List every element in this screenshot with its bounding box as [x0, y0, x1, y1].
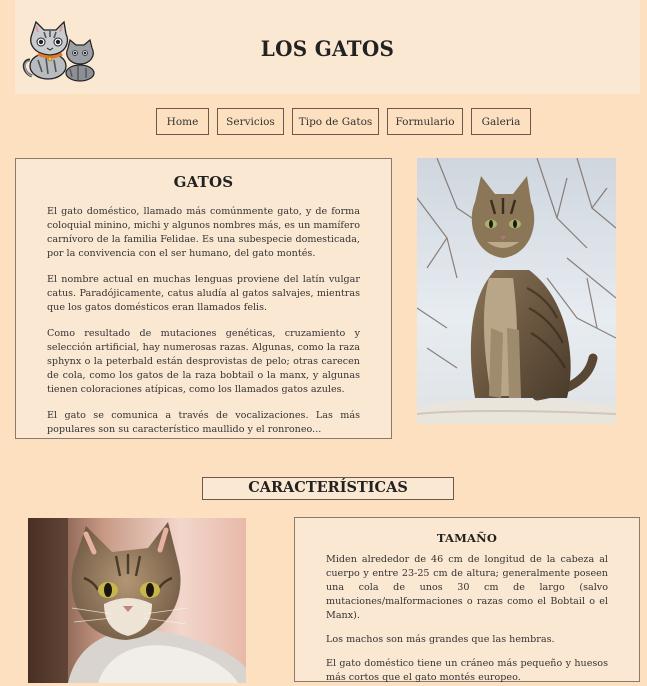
- characteristics-heading: CARACTERÍSTICAS: [202, 477, 454, 500]
- intro-paragraph: El gato se comunica a través de vocaliza…: [47, 410, 360, 435]
- intro-paragraph: El gato doméstico, llamado más comúnment…: [47, 206, 360, 259]
- nav-galeria-button[interactable]: Galeria: [471, 108, 531, 135]
- main-nav: Home Servicios Tipo de Gatos Formulario …: [0, 108, 647, 137]
- size-paragraph: Los machos son más grandes que las hembr…: [326, 634, 555, 645]
- nav-servicios-button[interactable]: Servicios: [217, 108, 284, 135]
- intro-heading: GATOS: [173, 173, 234, 191]
- intro-paragraph: El nombre actual en muchas lenguas provi…: [47, 274, 360, 313]
- site-header: LOS GATOS: [15, 0, 640, 94]
- nav-home-button[interactable]: Home: [156, 108, 209, 135]
- intro-card: GATOS El gato doméstico, llamado más com…: [15, 158, 392, 439]
- page-title: LOS GATOS: [260, 36, 395, 61]
- intro-paragraph: Como resultado de mutaciones genéticas, …: [47, 328, 360, 395]
- nav-formulario-button[interactable]: Formulario: [387, 108, 463, 135]
- size-paragraph: El gato doméstico tiene un cráneo más pe…: [326, 658, 608, 683]
- size-paragraph: Miden alrededor de 46 cm de longitud de …: [326, 554, 608, 621]
- tabby-cat-sitting-photo: [417, 158, 616, 424]
- size-card: TAMAÑO Miden alrededor de 46 cm de longi…: [294, 517, 640, 683]
- size-heading: TAMAÑO: [436, 531, 498, 545]
- tabby-cat-closeup-photo: [28, 518, 246, 683]
- nav-tipo-de-gatos-button[interactable]: Tipo de Gatos: [292, 108, 379, 135]
